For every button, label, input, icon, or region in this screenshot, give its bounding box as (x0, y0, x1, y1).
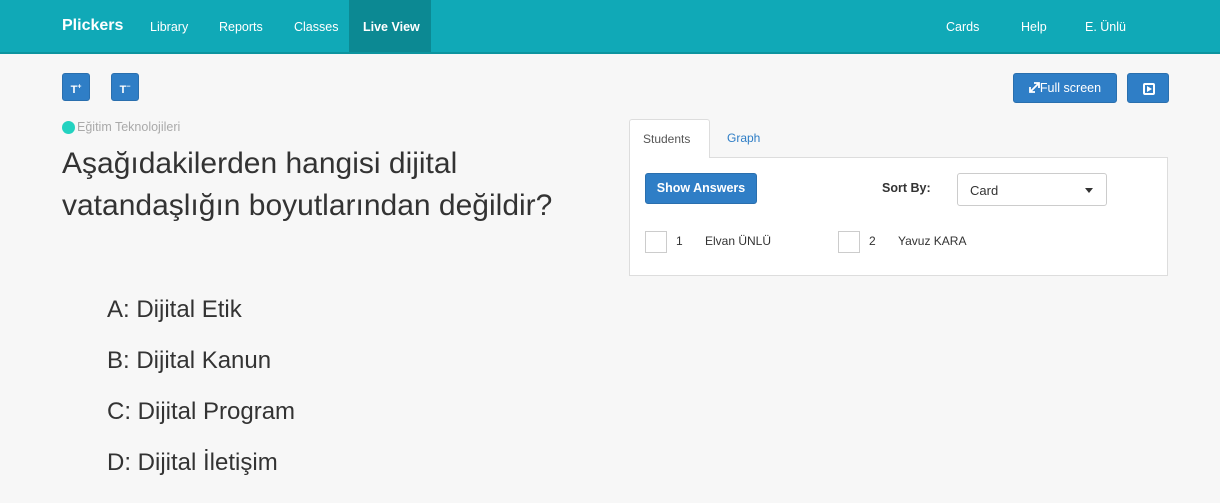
fullscreen-label: Full screen (1039, 81, 1102, 95)
student-checkbox[interactable] (645, 231, 667, 253)
increase-font-icon: T+ (70, 83, 82, 96)
top-navbar: Plickers Library Reports Classes Live Vi… (0, 0, 1220, 54)
tab-graph[interactable]: Graph (727, 131, 760, 145)
increase-font-button[interactable]: T+ (62, 73, 90, 101)
expand-icon (1029, 82, 1040, 93)
answer-b: B: Dijital Kanun (107, 347, 272, 374)
question-text: Aşağıdakilerden hangisi dijital vatandaş… (62, 147, 553, 222)
nav-help[interactable]: Help (1021, 20, 1047, 34)
class-name: Eğitim Teknolojileri (77, 120, 181, 134)
student-card-number: 2 (869, 234, 876, 248)
student-name: Elvan ÜNLÜ (705, 234, 772, 248)
answer-c: C: Dijital Program (107, 398, 296, 425)
present-button[interactable] (1127, 73, 1169, 103)
sort-by-label: Sort By: (882, 181, 931, 195)
answer-d: D: Dijital İletişim (107, 449, 278, 476)
decrease-font-button[interactable]: T− (111, 73, 139, 101)
decrease-font-icon: T− (119, 83, 131, 96)
fullscreen-button[interactable]: Full screen (1013, 73, 1117, 103)
show-answers-button[interactable]: Show Answers (645, 173, 757, 204)
tab-students[interactable]: Students (629, 119, 710, 158)
nav-library[interactable]: Library (150, 20, 188, 34)
nav-reports[interactable]: Reports (219, 20, 263, 34)
sort-by-value: Card (970, 183, 999, 198)
play-icon (1143, 83, 1155, 95)
student-name: Yavuz KARA (898, 234, 967, 248)
nav-classes[interactable]: Classes (294, 20, 338, 34)
answer-a: A: Dijital Etik (107, 296, 242, 323)
nav-live-view[interactable]: Live View (349, 0, 431, 52)
nav-user-menu[interactable]: E. Ünlü (1085, 20, 1126, 34)
class-color-dot (62, 121, 75, 134)
nav-live-view-label: Live View (363, 20, 420, 34)
tab-students-label: Students (643, 132, 691, 146)
student-card-number: 1 (676, 234, 683, 248)
chevron-down-icon (1085, 188, 1093, 193)
nav-cards[interactable]: Cards (946, 20, 979, 34)
students-panel: Show Answers Sort By: Card 1 Elvan ÜNLÜ … (629, 157, 1168, 276)
brand-logo[interactable]: Plickers (62, 17, 123, 35)
sort-by-select[interactable]: Card (957, 173, 1107, 206)
student-checkbox[interactable] (838, 231, 860, 253)
